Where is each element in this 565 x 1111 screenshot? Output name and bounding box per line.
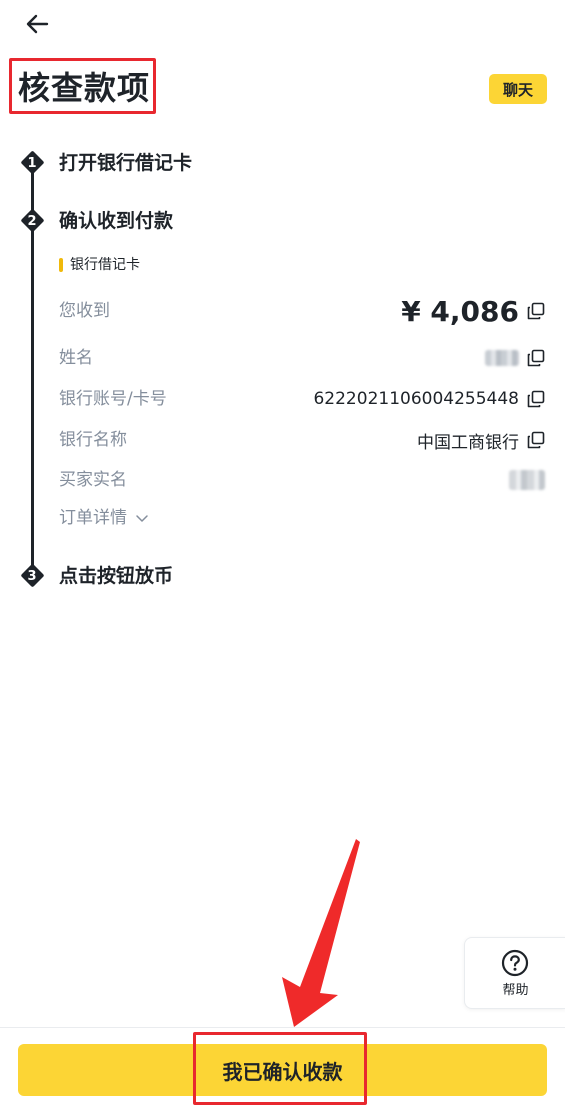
name-label: 姓名 <box>59 348 93 368</box>
order-details-toggle[interactable]: 订单详情 <box>59 506 149 530</box>
back-button[interactable] <box>24 10 52 38</box>
step-label: 确认收到付款 <box>59 210 174 232</box>
method-indicator <box>59 258 63 272</box>
copy-icon[interactable] <box>527 390 545 408</box>
bank-name: 中国工商银行 <box>417 432 519 453</box>
name-value-row <box>485 347 545 369</box>
bottom-divider <box>0 1027 565 1028</box>
account-number: 6222021106004255448 <box>313 389 519 409</box>
bank-name-row: 中国工商银行 <box>417 429 545 453</box>
buyer-name-label: 买家实名 <box>59 470 127 490</box>
copy-icon[interactable] <box>527 431 545 449</box>
step-number: 3 <box>27 568 37 584</box>
help-button[interactable]: 帮助 <box>464 937 565 1009</box>
step-number: 1 <box>27 155 37 171</box>
help-label: 帮助 <box>502 983 529 998</box>
payment-method-tag: 银行借记卡 <box>59 255 140 275</box>
received-amount-row: ¥ 4,086 <box>401 294 545 328</box>
verify-payment-page: 核查款项 聊天 1 打开银行借记卡 2 确认收到付款 银行借记卡 您收到 ¥ 4… <box>0 0 565 1111</box>
received-amount: ¥ 4,086 <box>401 294 519 328</box>
buyer-name-redacted <box>509 470 545 490</box>
copy-icon[interactable] <box>527 302 545 320</box>
question-circle-icon <box>501 949 529 977</box>
chevron-down-icon <box>136 515 148 522</box>
bank-name-label: 银行名称 <box>59 430 127 450</box>
chat-button[interactable]: 聊天 <box>489 74 547 104</box>
step-label: 打开银行借记卡 <box>59 152 193 174</box>
account-label: 银行账号/卡号 <box>59 389 167 409</box>
step-label: 点击按钮放币 <box>59 565 174 587</box>
order-details-label: 订单详情 <box>59 508 127 528</box>
copy-icon[interactable] <box>527 349 545 367</box>
annotation-arrow <box>282 839 360 1027</box>
buyer-name-row <box>509 469 545 491</box>
account-value-row: 6222021106004255448 <box>313 388 545 410</box>
step-number: 2 <box>27 213 37 229</box>
title-highlight-box <box>9 58 156 114</box>
confirm-highlight-box <box>193 1032 367 1105</box>
name-value-redacted <box>485 350 519 366</box>
arrow-left-icon <box>26 14 49 34</box>
received-label: 您收到 <box>59 301 110 321</box>
payment-method-label: 银行借记卡 <box>70 257 140 273</box>
